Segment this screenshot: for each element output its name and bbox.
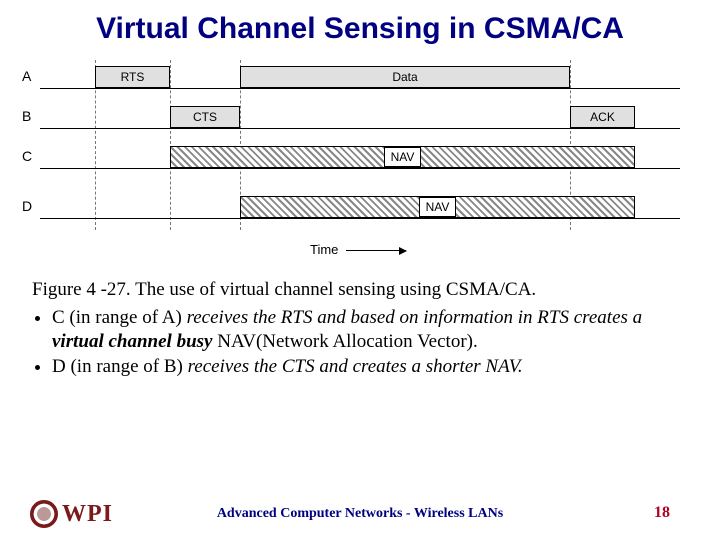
row-label-a: A [22, 68, 31, 84]
arrow-right-icon [346, 250, 406, 251]
slide-title: Virtual Channel Sensing in CSMA/CA [0, 0, 720, 50]
timing-diagram: A RTS Data B CTS ACK C NAV D NAV Time [40, 60, 680, 270]
figure-caption: Figure 4 -27. The use of virtual channel… [0, 278, 720, 302]
row-label-c: C [22, 148, 32, 164]
nav-c-label: NAV [384, 147, 422, 167]
nav-d-box: NAV [240, 196, 635, 218]
row-label-b: B [22, 108, 31, 124]
cts-box: CTS [170, 106, 240, 128]
nav-d-label: NAV [419, 197, 457, 217]
page-number: 18 [654, 504, 670, 522]
nav-c-box: NAV [170, 146, 635, 168]
row-label-d: D [22, 198, 32, 214]
ack-box: ACK [570, 106, 635, 128]
rts-box: RTS [95, 66, 170, 88]
time-axis-label: Time [310, 242, 406, 257]
list-item: D (in range of B) receives the CTS and c… [52, 355, 688, 379]
bullet-list: C (in range of A) receives the RTS and b… [0, 302, 720, 379]
footer-title: Advanced Computer Networks - Wireless LA… [0, 506, 720, 522]
list-item: C (in range of A) receives the RTS and b… [52, 306, 688, 354]
footer: WPI Advanced Computer Networks - Wireles… [0, 496, 720, 528]
data-box: Data [240, 66, 570, 88]
